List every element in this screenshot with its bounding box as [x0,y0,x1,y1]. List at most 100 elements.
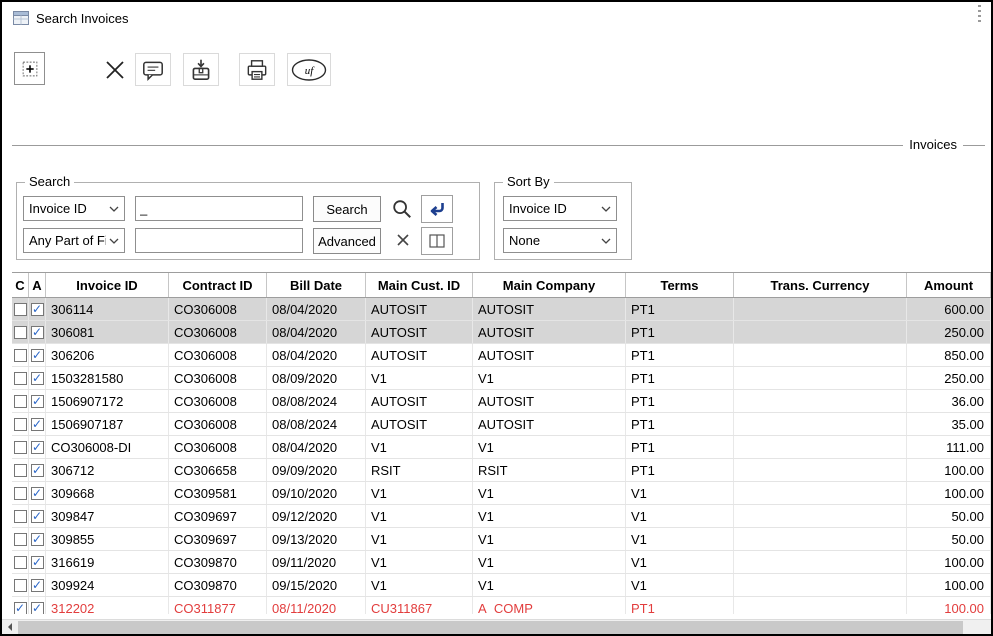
row-checkbox-a[interactable] [31,533,44,546]
table-row[interactable]: 306206CO30600808/04/2020AUTOSITAUTOSITPT… [12,344,991,367]
row-checkbox-c[interactable] [14,349,27,362]
scroll-left-button[interactable] [2,620,17,634]
scrollbar-thumb[interactable] [18,621,963,634]
row-checkbox-c[interactable] [14,303,27,316]
cell-main-company: V1 [473,505,626,527]
column-header-bill-date[interactable]: Bill Date [267,273,366,297]
cell-checkbox-c [12,459,29,481]
row-checkbox-c[interactable] [14,487,27,500]
table-row[interactable]: 306712CO30665809/09/2020RSITRSITPT1100.0… [12,459,991,482]
cell-main-company: AUTOSIT [473,344,626,366]
cell-checkbox-a [29,367,46,389]
secondary-search-input[interactable] [135,228,303,253]
row-checkbox-c[interactable] [14,602,27,615]
table-row[interactable]: 316619CO30987009/11/2020V1V1V1100.00 [12,551,991,574]
invoices-group-label: Invoices [903,137,963,152]
column-header-trans-currency[interactable]: Trans. Currency [734,273,907,297]
row-checkbox-a[interactable] [31,510,44,523]
search-button[interactable]: Search [313,196,381,222]
row-checkbox-c[interactable] [14,464,27,477]
row-checkbox-a[interactable] [31,487,44,500]
uf-logo-button[interactable]: uf [287,53,331,86]
cell-contract-id: CO306008 [169,390,267,412]
row-checkbox-c[interactable] [14,556,27,569]
row-checkbox-a[interactable] [31,326,44,339]
row-checkbox-c[interactable] [14,395,27,408]
row-checkbox-c[interactable] [14,372,27,385]
row-checkbox-a[interactable] [31,464,44,477]
clear-x-icon[interactable] [394,231,412,249]
column-header-amount[interactable]: Amount [907,273,991,297]
comment-button[interactable] [135,53,171,86]
table-row[interactable]: 306114CO30600808/04/2020AUTOSITAUTOSITPT… [12,298,991,321]
row-checkbox-a[interactable] [31,441,44,454]
cell-main-company: V1 [473,551,626,573]
sortby-group-label: Sort By [503,174,554,189]
match-type-combo[interactable]: Any Part of Fi... [23,228,125,253]
row-checkbox-c[interactable] [14,510,27,523]
row-checkbox-c[interactable] [14,441,27,454]
column-header-contract-id[interactable]: Contract ID [169,273,267,297]
row-checkbox-c[interactable] [14,326,27,339]
chevron-down-icon [601,238,611,244]
row-checkbox-c[interactable] [14,579,27,592]
table-row[interactable]: 309924CO30987009/15/2020V1V1V1100.00 [12,574,991,597]
cell-main-company: AUTOSIT [473,298,626,320]
horizontal-scrollbar[interactable] [2,619,991,634]
table-row[interactable]: 1506907187CO30600808/08/2024AUTOSITAUTOS… [12,413,991,436]
sortby-secondary-combo[interactable]: None [503,228,617,253]
advanced-button[interactable]: Advanced [313,228,381,254]
table-row[interactable]: 1506907172CO30600808/08/2024AUTOSITAUTOS… [12,390,991,413]
cash-deposit-button[interactable] [183,53,219,86]
search-magnifier-icon[interactable] [391,198,413,220]
table-row[interactable]: 309855CO30969709/13/2020V1V1V150.00 [12,528,991,551]
cell-bill-date: 09/10/2020 [267,482,366,504]
search-field-combo[interactable]: Invoice ID [23,196,125,221]
column-header-main-company[interactable]: Main Company [473,273,626,297]
print-button[interactable] [239,53,275,86]
row-checkbox-a[interactable] [31,349,44,362]
cell-bill-date: 08/08/2024 [267,413,366,435]
row-checkbox-a[interactable] [31,395,44,408]
column-header-terms[interactable]: Terms [626,273,734,297]
cell-bill-date: 08/04/2020 [267,321,366,343]
table-row[interactable]: 1503281580CO30600808/09/2020V1V1PT1250.0… [12,367,991,390]
column-header-invoice-id[interactable]: Invoice ID [46,273,169,297]
row-checkbox-a[interactable] [31,372,44,385]
cell-main-cust-id: AUTOSIT [366,413,473,435]
row-checkbox-a[interactable] [31,303,44,316]
drag-grip[interactable] [978,5,981,24]
row-checkbox-a[interactable] [31,602,44,615]
column-header-c[interactable]: C [12,273,29,297]
table-row[interactable]: 312202CO31187708/11/2020CU311867A_COMPPT… [12,597,991,614]
row-checkbox-a[interactable] [31,418,44,431]
cell-contract-id: CO306008 [169,321,267,343]
new-record-button[interactable] [14,52,45,85]
column-header-a[interactable]: A [29,273,46,297]
sortby-primary-combo[interactable]: Invoice ID [503,196,617,221]
refresh-return-button[interactable] [421,195,453,223]
cell-contract-id: CO306008 [169,298,267,320]
cell-invoice-id: 306712 [46,459,169,481]
cell-amount: 100.00 [907,574,991,596]
cell-contract-id: CO306008 [169,413,267,435]
row-checkbox-c[interactable] [14,418,27,431]
table-row[interactable]: 309847CO30969709/12/2020V1V1V150.00 [12,505,991,528]
chevron-down-icon [601,206,611,212]
column-header-main-cust-id[interactable]: Main Cust. ID [366,273,473,297]
cell-bill-date: 09/12/2020 [267,505,366,527]
cell-checkbox-a [29,413,46,435]
table-row[interactable]: CO306008-DICO30600808/04/2020V1V1PT1111.… [12,436,991,459]
row-checkbox-a[interactable] [31,556,44,569]
row-checkbox-c[interactable] [14,533,27,546]
search-input[interactable] [135,196,303,221]
table-row[interactable]: 306081CO30600808/04/2020AUTOSITAUTOSITPT… [12,321,991,344]
cell-main-cust-id: V1 [366,367,473,389]
row-checkbox-a[interactable] [31,579,44,592]
cell-trans-currency [734,597,907,614]
open-window-button[interactable] [421,227,453,255]
delete-button[interactable] [99,56,131,83]
chevron-down-icon [109,238,119,244]
cell-invoice-id: 312202 [46,597,169,614]
table-row[interactable]: 309668CO30958109/10/2020V1V1V1100.00 [12,482,991,505]
